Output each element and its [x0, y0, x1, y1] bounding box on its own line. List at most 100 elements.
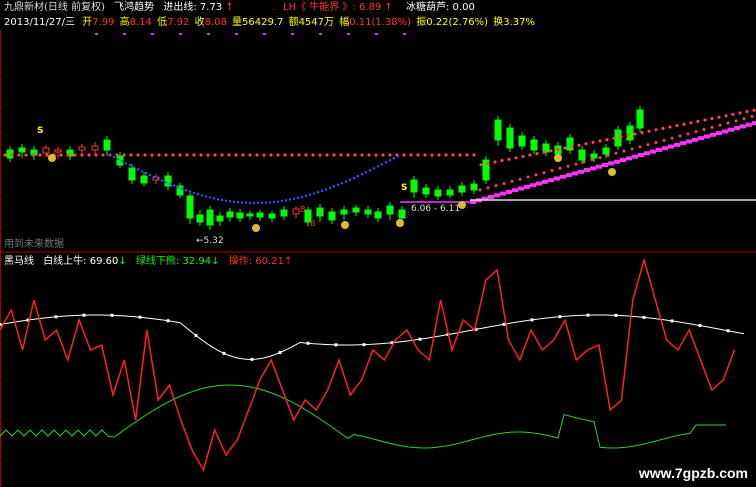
exit-value: 7.73: [199, 2, 223, 13]
trend-dot-blue: [208, 196, 212, 199]
trend-dot-red: [241, 153, 245, 157]
white-line-marker: [82, 313, 86, 317]
magenta-step: [512, 188, 518, 193]
trend-dot-blue: [236, 200, 240, 204]
magenta-step: [590, 166, 596, 171]
trend-dot-red: [248, 153, 252, 157]
white-line-marker: [418, 337, 422, 341]
watermark: www.7gpzb.com: [638, 465, 748, 481]
trend-dot-red: [353, 153, 357, 157]
trend-dot-red: [423, 153, 427, 157]
trend-dot-upper: [606, 153, 610, 157]
trend-dot-blue: [204, 195, 208, 198]
quote-date: 2013/11/27/三: [4, 17, 76, 28]
trend-dot-blue: [116, 157, 120, 161]
trend-dot-upper: [478, 188, 482, 192]
open-label: 开: [82, 17, 93, 28]
trend-dot-red: [220, 153, 224, 157]
trend-dot-blue: [368, 169, 372, 172]
trend-dot-blue: [260, 201, 264, 205]
trend-dot-red: [367, 153, 371, 157]
trend-dot-red: [129, 153, 133, 157]
trend-dot-red: [500, 159, 504, 163]
coin-icon: [554, 154, 562, 162]
magenta-step: [734, 126, 740, 131]
coin-icon: [252, 224, 260, 232]
trend-dot-blue: [228, 200, 232, 203]
candle-body: [566, 137, 574, 151]
trend-dot-blue: [192, 191, 196, 195]
trend-dot-blue: [388, 158, 392, 162]
candle-body: [128, 167, 136, 181]
trend-dot-red: [444, 153, 448, 157]
candle-body: [91, 145, 99, 151]
trend-dot-red: [717, 115, 721, 119]
amt-label: 额: [288, 17, 299, 28]
candle-body: [410, 179, 418, 193]
trend-dot-red: [171, 153, 175, 157]
trend-dot-blue: [232, 200, 236, 203]
close-value: 8.08: [204, 17, 227, 28]
trend-dot-red: [185, 153, 189, 157]
trend-dot-blue: [172, 184, 176, 187]
green-arrow-icon: ↓: [211, 256, 220, 267]
trend-dot-upper: [558, 166, 562, 170]
trend-dot-red: [122, 153, 126, 157]
trend-dot-red: [654, 128, 658, 132]
exit-arrow-icon: ↑: [225, 2, 234, 13]
trend-dot-upper: [646, 143, 650, 147]
trend-dot-red: [360, 153, 364, 157]
trend-dot-red: [269, 153, 273, 157]
trend-dot-blue: [252, 201, 256, 205]
white-line-marker: [698, 324, 702, 328]
trend-dot-red: [752, 108, 756, 112]
low-price-label: ←5.32: [196, 236, 224, 246]
marker-tick: [319, 33, 322, 35]
chart-canvas: S S BB ←5.32 6.06 - 6.11: [0, 30, 756, 487]
coin-icon: [48, 154, 56, 162]
candle-body: [352, 207, 360, 213]
trend-dot-red: [283, 153, 287, 157]
trend-dot-blue: [176, 186, 180, 189]
candle-body: [386, 205, 394, 215]
trend-dot-blue: [200, 194, 204, 197]
trend-dot-blue: [140, 170, 144, 173]
trend-dot-upper: [694, 130, 698, 134]
candle-body: [54, 149, 62, 153]
trend-dot-red: [101, 153, 105, 157]
trend-dot-blue: [128, 164, 132, 167]
trend-dot-blue: [148, 173, 152, 177]
trend-dot-red: [178, 153, 182, 157]
trend-dot-red: [290, 153, 294, 157]
trend-dot-red: [381, 153, 385, 157]
magenta-step: [614, 159, 620, 164]
trend-dot-red: [332, 153, 336, 157]
trend-dot-blue: [212, 197, 216, 200]
marker-tick: [263, 33, 266, 35]
quote-bar: 2013/11/27/三 开7.99 高8.14 低7.92 收8.08 量56…: [4, 16, 535, 30]
header-bar: 九鼎新材(日线 前复权) 飞鸿趋势 进出线: 7.73 ↑ LH《 牛能界 》:…: [4, 1, 475, 15]
indicator-name: 飞鸿趋势: [114, 2, 155, 13]
marker-tick: [123, 33, 126, 35]
magenta-step: [638, 152, 644, 157]
trend-dot-red: [696, 119, 700, 123]
trend-dot-blue: [344, 180, 348, 183]
candle-body: [506, 127, 514, 149]
trend-dot-red: [570, 145, 574, 149]
white-line-marker: [362, 343, 366, 347]
trend-dot-red: [542, 150, 546, 154]
magenta-step: [620, 158, 626, 162]
trend-dot-red: [591, 140, 595, 144]
trend-dot-red: [507, 157, 511, 161]
magenta-step: [518, 186, 524, 191]
trend-dot-upper: [494, 184, 498, 188]
trend-dot-red: [45, 153, 49, 157]
trend-dot-upper: [614, 151, 618, 155]
trend-dot-blue: [364, 171, 368, 174]
trend-dot-blue: [132, 166, 136, 169]
turn-value: 3.37%: [503, 17, 536, 28]
trend-dot-red: [304, 153, 308, 157]
marker-tick: [347, 33, 350, 35]
trend-dot-red: [535, 152, 539, 156]
chg-value: 0.11(1.38%): [349, 17, 412, 28]
